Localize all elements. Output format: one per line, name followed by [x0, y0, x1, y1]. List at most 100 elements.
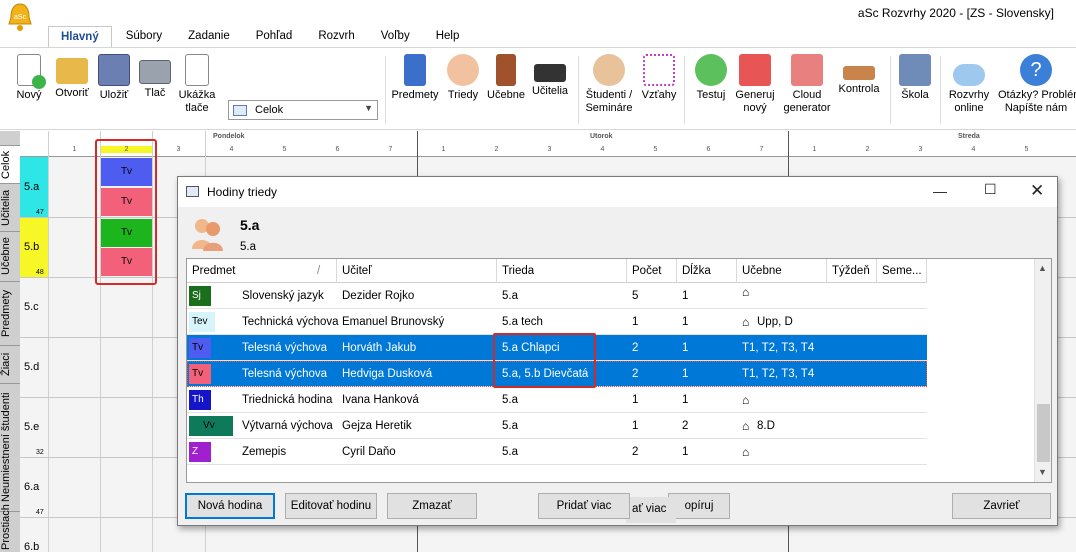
period-header: 6: [335, 146, 340, 153]
edit-lesson-button[interactable]: Editovať hodinu: [285, 493, 377, 519]
col-header-rooms[interactable]: Učebne: [737, 259, 827, 283]
row-header-6a[interactable]: 6.a 47: [20, 457, 48, 517]
checkmark-badge-icon: [695, 54, 727, 86]
generate-new-button[interactable]: Generuj nový: [732, 54, 778, 115]
rooms-button[interactable]: Učebne: [484, 54, 528, 102]
table-row[interactable]: Th Triednická hodina Ivana Hanková 5.a 1…: [187, 387, 927, 413]
school-building-icon: [899, 54, 931, 86]
tab-zadanie[interactable]: Zadanie: [176, 26, 242, 48]
app-title: aSc Rozvrhy 2020 - [ZS - Slovensky]: [857, 6, 1054, 20]
add-more-button[interactable]: Pridať viac: [538, 493, 630, 519]
cell-rooms: Upp, D: [757, 316, 793, 328]
cloud-generator-button[interactable]: Cloud generator: [780, 54, 834, 115]
print-button[interactable]: Tlač: [138, 54, 172, 100]
delete-lesson-button[interactable]: Zmazať: [387, 493, 477, 519]
row-header-5b[interactable]: 5.b 48: [20, 217, 48, 277]
print-preview-button[interactable]: Ukážka tlače: [174, 54, 220, 115]
close-icon[interactable]: ✕: [1030, 181, 1044, 201]
help-contact-button[interactable]: ? Otázky? Problém? Napíšte nám: [998, 54, 1076, 115]
col-header-length[interactable]: Dĺžka: [677, 259, 737, 283]
cell-teacher: Emanuel Brunovský: [342, 316, 445, 328]
classes-button[interactable]: Triedy: [444, 54, 482, 102]
tab-rozvrh[interactable]: Rozvrh: [306, 26, 366, 48]
day-header: Utorok: [590, 133, 613, 140]
test-button[interactable]: Testuj: [692, 54, 730, 102]
cell-subject: Slovenský jazyk: [242, 290, 324, 302]
sort-icon: /: [317, 265, 321, 277]
view-filter-select[interactable]: Celok ▼: [228, 100, 378, 120]
teachers-button[interactable]: Učitelia: [528, 54, 572, 98]
row-header-5a[interactable]: 5.a 47: [20, 157, 48, 217]
period-header: 5: [282, 146, 287, 153]
table-row[interactable]: Tev Technická výchova Emanuel Brunovský …: [187, 309, 927, 335]
row-header-5d[interactable]: 5.d: [20, 337, 48, 397]
copy-button[interactable]: opíruj: [668, 493, 730, 519]
cell-class: 5.a tech: [502, 316, 543, 328]
floppy-disk-icon: [98, 54, 130, 86]
more-options-partial[interactable]: ať viac: [626, 497, 676, 523]
ribbon-toolbar: Nový Otvoriť Uložiť Tlač Ukážka tlače Ce…: [0, 47, 1076, 130]
scrollbar-thumb[interactable]: [1037, 404, 1050, 462]
students-seminars-button[interactable]: Študenti / Semináre: [582, 54, 636, 115]
open-button[interactable]: Otvoriť: [50, 54, 94, 100]
tab-hlavny[interactable]: Hlavný: [48, 26, 112, 48]
home-classroom-icon: ⌂: [742, 285, 750, 299]
window-icon: [186, 186, 199, 197]
asc-bell-logo-icon[interactable]: aSc: [6, 2, 34, 32]
tab-volby[interactable]: Voľby: [369, 26, 422, 48]
save-button[interactable]: Uložiť: [96, 54, 132, 102]
check-button[interactable]: Kontrola: [836, 54, 882, 96]
relations-button[interactable]: Vzťahy: [640, 54, 678, 102]
cell-rooms: 8.D: [757, 420, 775, 432]
vertical-scrollbar[interactable]: ▲ ▼: [1034, 259, 1051, 482]
cell-rooms: T1, T2, T3, T4: [742, 342, 815, 354]
side-tab-celok[interactable]: Celok: [0, 145, 20, 183]
scroll-down-icon[interactable]: ▼: [1038, 467, 1047, 477]
col-header-subject[interactable]: Predmet /: [187, 259, 337, 283]
col-header-semester[interactable]: Seme...: [877, 259, 927, 283]
close-button[interactable]: Zavrieť: [952, 493, 1051, 519]
scroll-up-icon[interactable]: ▲: [1038, 263, 1047, 273]
table-row[interactable]: Sj Slovenský jazyk Dezider Rojko 5.a 5 1…: [187, 283, 927, 309]
side-tab-prostiach[interactable]: Prostiach: [0, 504, 20, 552]
maximize-icon[interactable]: ☐: [984, 181, 997, 198]
col-header-count[interactable]: Počet: [627, 259, 677, 283]
cloud-siren-icon: [791, 54, 823, 86]
side-tab-ucitelia[interactable]: Učitelia: [0, 183, 20, 231]
new-lesson-button[interactable]: Nová hodina: [185, 493, 275, 519]
tab-help[interactable]: Help: [424, 26, 472, 48]
table-header: Predmet / Učiteľ Trieda Počet Dĺžka Učebn…: [187, 259, 927, 283]
new-button[interactable]: Nový: [12, 54, 46, 102]
col-header-week[interactable]: Týždeň: [827, 259, 877, 283]
col-header-class[interactable]: Trieda: [497, 259, 627, 283]
row-header-5e[interactable]: 5.e 32: [20, 397, 48, 457]
side-tab-ziaci[interactable]: Žiaci: [0, 345, 20, 383]
row-header-5c[interactable]: 5.c: [20, 277, 48, 337]
period-header: 3: [547, 146, 552, 153]
subjects-button[interactable]: Predmety: [390, 54, 440, 102]
table-icon: [233, 105, 247, 116]
cell-count: 2: [632, 446, 639, 458]
school-button[interactable]: Škola: [896, 54, 934, 102]
row-header-6b[interactable]: 6.b: [20, 517, 48, 553]
minimize-icon[interactable]: —: [933, 183, 947, 199]
subject-color-chip: Tev: [189, 312, 215, 332]
cell-count: 2: [632, 368, 639, 380]
cell-count: 1: [632, 394, 639, 406]
class-subtitle: 5.a: [240, 241, 256, 253]
cell-length: 1: [682, 316, 689, 328]
home-classroom-icon: ⌂: [742, 315, 750, 329]
cell-teacher: Dezider Rojko: [342, 290, 415, 302]
chevron-down-icon[interactable]: ▼: [364, 103, 373, 113]
tab-subory[interactable]: Súbory: [114, 26, 174, 48]
tab-pohlad[interactable]: Pohľad: [244, 26, 305, 48]
cloud-icon: [953, 64, 985, 86]
side-tab-ucebne[interactable]: Učebne: [0, 231, 20, 281]
timetables-online-button[interactable]: Rozvrhy online: [946, 54, 992, 115]
table-row[interactable]: Z Zemepis Cyril Daňo 5.a 2 1 ⌂: [187, 439, 927, 465]
table-row[interactable]: Vv Výtvarná výchova Gejza Heretik 5.a 1 …: [187, 413, 927, 439]
separator: [890, 56, 891, 124]
side-tab-predmety[interactable]: Predmety: [0, 281, 20, 345]
side-tab-neumiestneni[interactable]: Neumiestnení študenti: [0, 383, 20, 511]
col-header-teacher[interactable]: Učiteľ: [337, 259, 497, 283]
